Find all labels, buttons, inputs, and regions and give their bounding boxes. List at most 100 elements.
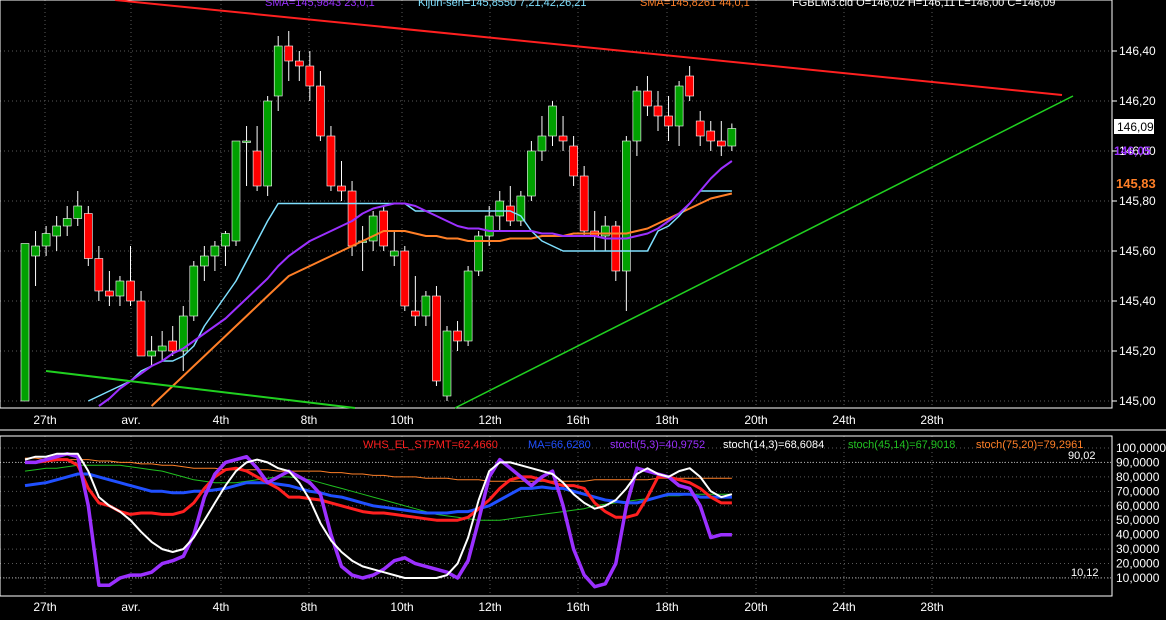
candle-body <box>189 265 199 317</box>
upper-level-label: 90,02 <box>1068 450 1096 462</box>
legend-ma: MA=66,6280 <box>528 439 591 451</box>
candles-layer <box>20 31 737 402</box>
x-tick-label: 24th <box>832 413 855 427</box>
candle-body <box>389 250 399 257</box>
legend-sma23: SMA=145,9843 23,0,1 <box>265 0 375 9</box>
legend-stoch-5-3: stoch(5,3)=40,9752 <box>610 439 705 451</box>
price-panel-frame <box>0 0 1113 409</box>
candle-body <box>168 340 177 352</box>
candle-body <box>210 245 220 257</box>
candle-body <box>252 150 262 187</box>
candle-body <box>632 90 642 142</box>
candle-body <box>337 185 346 192</box>
x-tick-label-lower: avr. <box>121 600 140 614</box>
candle-body <box>548 105 557 137</box>
x-tick-label-lower: 8th <box>301 600 318 614</box>
x-tick-label-lower: 20th <box>744 600 767 614</box>
candle-body <box>263 100 272 187</box>
price-tick-label: 146,40 <box>1119 44 1156 58</box>
x-tick-label: avr. <box>121 413 140 427</box>
resistance-trendline <box>114 0 1063 96</box>
candle-body <box>136 300 146 357</box>
candle-body <box>411 310 420 317</box>
candle-body <box>579 175 589 232</box>
x-tick-label: 8th <box>301 413 318 427</box>
candle-body <box>442 330 452 397</box>
legend-whs-stpmt: WHS_EL_STPMT=62,4660 <box>363 439 498 451</box>
candle-body <box>400 250 410 307</box>
candle-body <box>94 258 104 292</box>
candle-body <box>664 115 673 127</box>
price-tick-label: 145,00 <box>1119 394 1156 408</box>
indicator-panel-frame <box>0 435 1113 597</box>
candle-body <box>242 140 251 143</box>
candle-body <box>643 90 652 107</box>
candle-body <box>653 105 663 117</box>
candle-body <box>463 270 473 342</box>
candle-body <box>273 45 283 97</box>
candle-body <box>284 45 294 62</box>
x-tick-label-lower: 12th <box>478 600 501 614</box>
x-tick-label-lower: 10th <box>390 600 413 614</box>
candle-body <box>115 280 125 297</box>
indicator-tick-label: 70,0000 <box>1116 484 1160 498</box>
last-price-label: 146,09 <box>1117 120 1154 134</box>
x-tick-label-lower: 16th <box>566 600 589 614</box>
support-trendline <box>454 95 1074 409</box>
indicator-tick-label: 100,0000 <box>1116 441 1166 455</box>
x-tick-label: 10th <box>390 413 413 427</box>
indicator-tick-label: 20,0000 <box>1116 557 1160 571</box>
candle-body <box>231 140 241 242</box>
x-tick-label-lower: 28th <box>920 600 943 614</box>
indicator-tick-label: 40,0000 <box>1116 528 1160 542</box>
candle-body <box>20 243 30 402</box>
candle-body <box>41 233 51 247</box>
price-tick-label: 146,20 <box>1119 94 1156 108</box>
candle-body <box>126 280 135 302</box>
candle-body <box>379 210 389 247</box>
candle-body <box>527 150 536 197</box>
legend-ohlc: FGBLM3.cld O=146,02 H=146,11 L=146,00 C=… <box>792 0 1055 9</box>
x-tick-label-lower: 24th <box>832 600 855 614</box>
candle-body <box>569 145 578 177</box>
moving-averages-layer <box>87 160 733 407</box>
sma23-price-label: 146,05 <box>1114 144 1151 158</box>
candle-body <box>558 135 568 142</box>
candle-body <box>695 120 705 137</box>
x-tick-label-lower: 18th <box>655 600 678 614</box>
candle-body <box>157 345 167 352</box>
indicator-tick-label: 50,0000 <box>1116 513 1160 527</box>
candle-body <box>52 225 61 237</box>
candle-body <box>495 200 505 217</box>
candle-body <box>147 350 156 357</box>
price-tick-label: 145,80 <box>1119 194 1156 208</box>
candle-body <box>305 65 315 87</box>
candle-body <box>432 295 441 382</box>
legend-stoch-45-14: stoch(45,14)=67,9018 <box>848 439 955 451</box>
sma44-price-label: 145,83 <box>1116 176 1156 191</box>
indicator-tick-label: 30,0000 <box>1116 542 1160 556</box>
candle-body <box>316 85 325 137</box>
x-tick-label: 27th <box>33 413 56 427</box>
chart-canvas: SMA=145,9843 23,0,1 Kijun-sen=145,8550 7… <box>0 0 1166 614</box>
kijun-line <box>87 190 732 402</box>
candle-body <box>685 75 694 97</box>
candle-body <box>516 195 526 222</box>
x-tick-label: 20th <box>744 413 767 427</box>
candle-body <box>31 245 40 257</box>
indicator-tick-label: 60,0000 <box>1116 499 1160 513</box>
candle-body <box>453 330 462 342</box>
candle-body <box>62 218 72 227</box>
indicator-grid <box>0 436 1112 596</box>
candle-body <box>294 60 304 67</box>
candle-body <box>537 135 547 152</box>
candle-body <box>505 205 515 222</box>
price-tick-label: 145,20 <box>1119 344 1156 358</box>
x-tick-label: 4th <box>213 413 230 427</box>
legend-kijun: Kijun-sen=145,8550 7,21,42,26,21 <box>418 0 587 9</box>
oscillators-layer <box>24 452 733 589</box>
lower-level-label: 10,12 <box>1071 567 1099 579</box>
x-tick-label: 18th <box>655 413 678 427</box>
candle-body <box>421 295 431 317</box>
x-tick-label: 28th <box>920 413 943 427</box>
